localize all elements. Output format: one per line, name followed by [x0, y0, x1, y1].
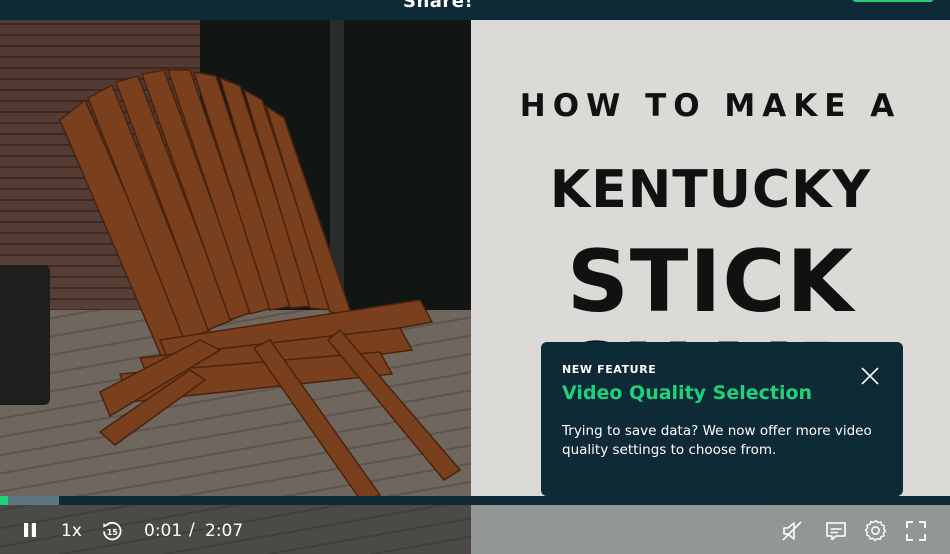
popup-body: Trying to save data? We now offer more v…	[562, 423, 872, 458]
top-bar: Share!	[0, 0, 950, 20]
popup-title: Video Quality Selection	[562, 382, 813, 404]
time-separator: /	[189, 520, 195, 540]
header-cta-button[interactable]	[852, 0, 934, 2]
progress-played	[0, 496, 8, 505]
pause-icon[interactable]	[22, 522, 38, 538]
video-scene-photo	[0, 20, 471, 554]
overlay-heading-line-2: KENTUCKY	[549, 160, 872, 220]
current-time: 0:01	[144, 521, 183, 541]
rewind-15-icon[interactable]: 15	[100, 519, 124, 543]
mute-icon[interactable]	[780, 519, 804, 543]
popup-eyebrow: NEW FEATURE	[562, 363, 657, 376]
header-title: Share!	[403, 0, 474, 12]
feature-announcement-popup: NEW FEATURE Video Quality Selection Tryi…	[541, 342, 903, 496]
settings-gear-icon[interactable]	[864, 518, 888, 542]
captions-icon[interactable]	[824, 519, 848, 543]
progress-buffered	[0, 496, 59, 505]
svg-text:15: 15	[107, 528, 119, 537]
video-progress-bar[interactable]	[0, 496, 950, 505]
total-duration: 2:07	[205, 521, 244, 541]
stick-chair-illustration	[59, 69, 462, 503]
fullscreen-icon[interactable]	[904, 519, 928, 543]
player-control-bar: 1x 15 0:01 / 2:07	[0, 505, 950, 554]
playback-speed-button[interactable]: 1x	[61, 521, 82, 541]
close-icon[interactable]	[859, 365, 881, 387]
overlay-heading-line-3: STICK	[566, 232, 855, 332]
overlay-heading-line-1: HOW TO MAKE A	[519, 88, 902, 124]
